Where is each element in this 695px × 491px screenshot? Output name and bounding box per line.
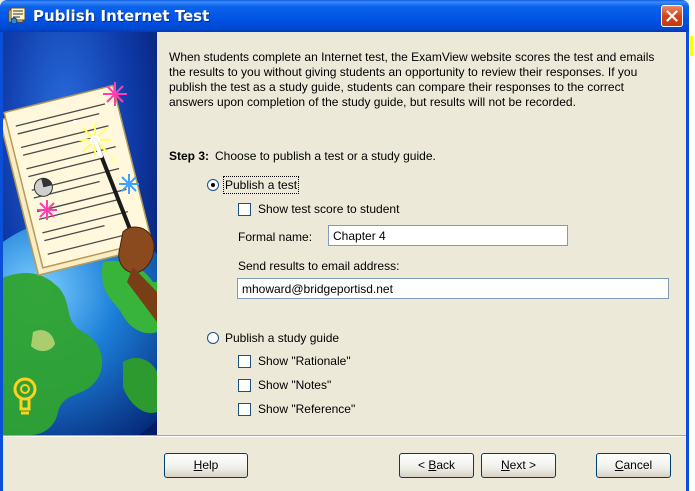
background-strip: [689, 0, 695, 491]
publish-dialog: Publish Internet Test When students comp…: [0, 0, 689, 491]
help-button[interactable]: Help: [164, 453, 248, 478]
window-title: Publish Internet Test: [33, 7, 210, 25]
show-rationale-checkbox[interactable]: [238, 355, 251, 368]
formal-name-label: Formal name:: [238, 230, 313, 244]
publish-study-guide-label[interactable]: Publish a study guide: [225, 331, 339, 345]
step-text: Choose to publish a test or a study guid…: [215, 149, 436, 163]
step-label: Step 3:: [169, 149, 210, 163]
formal-name-field[interactable]: Chapter 4: [328, 225, 568, 246]
email-label: Send results to email address:: [238, 259, 400, 273]
close-icon: [666, 10, 678, 22]
show-notes-label[interactable]: Show "Notes": [258, 378, 331, 392]
show-notes-checkbox[interactable]: [238, 379, 251, 392]
app-icon: [8, 7, 26, 25]
back-button[interactable]: < Back: [399, 453, 474, 478]
wizard-illustration: [3, 32, 157, 435]
publish-study-guide-radio[interactable]: [207, 332, 219, 344]
show-reference-label[interactable]: Show "Reference": [258, 402, 355, 416]
publish-test-label[interactable]: Publish a test: [222, 176, 300, 194]
email-field[interactable]: mhoward@bridgeportisd.net: [237, 278, 669, 299]
title-bar[interactable]: Publish Internet Test: [0, 0, 689, 32]
wizard-content: When students complete an Internet test,…: [157, 32, 686, 435]
show-score-checkbox[interactable]: [238, 203, 251, 216]
publish-test-radio[interactable]: [207, 179, 219, 191]
show-score-label[interactable]: Show test score to student: [258, 202, 399, 216]
show-rationale-label[interactable]: Show "Rationale": [258, 354, 351, 368]
cancel-button[interactable]: Cancel: [596, 453, 671, 478]
close-button[interactable]: [661, 5, 683, 27]
show-reference-checkbox[interactable]: [238, 403, 251, 416]
next-button[interactable]: Next >: [481, 453, 556, 478]
button-bar-divider: [3, 435, 686, 437]
intro-text: When students complete an Internet test,…: [169, 50, 655, 109]
step-heading: Step 3: Choose to publish a test or a stu…: [169, 149, 436, 163]
